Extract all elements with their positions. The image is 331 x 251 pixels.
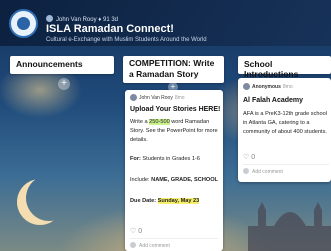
like-button[interactable]: ♡ 0 — [243, 153, 255, 161]
column-header-competition: COMPETITION: Write a Ramadan Story — [123, 56, 224, 83]
author-avatar — [243, 83, 250, 90]
post-body: Write a 250-500 word Ramadan Story. See … — [130, 119, 218, 143]
column-title: COMPETITION: Write a Ramadan Story — [129, 58, 215, 79]
board-logo[interactable] — [9, 9, 38, 38]
board-title: ISLA Ramadan Connect! — [46, 23, 174, 35]
author-avatar — [130, 94, 137, 101]
word-count-highlight: 250-500 — [149, 119, 170, 125]
post-time: 8mo — [174, 95, 185, 101]
mosque-silhouette — [248, 202, 331, 251]
post-author: John Van Rooy 8mo — [130, 94, 185, 101]
column-title: School Introductions — [244, 59, 299, 79]
post-for-line: For: Students in Grades 1-6 — [130, 156, 200, 162]
commenter-avatar — [243, 168, 249, 174]
post-card-intro[interactable]: Anonymous 8mo Al Falah Academy AFA is a P… — [238, 78, 331, 182]
padlet-header: John Van Rooy ♦ 91 3d ISLA Ramadan Conne… — [0, 0, 331, 46]
board-subtitle: Cultural e-Exchange with Muslim Students… — [46, 37, 207, 43]
commenter-avatar — [130, 242, 136, 248]
post-card-competition[interactable]: John Van Rooy 8mo Upload Your Stories HER… — [125, 90, 223, 251]
like-button[interactable]: ♡ 0 — [130, 227, 142, 235]
post-time: 8mo — [282, 84, 293, 90]
author-avatar — [46, 15, 53, 22]
due-date-highlight: Sunday, May 23 — [157, 198, 200, 204]
post-due-line: Due Date: Sunday, May 23 — [130, 198, 200, 204]
post-title: Al Falah Academy — [243, 97, 304, 104]
column-header-announcements: Announcements — [10, 56, 114, 74]
heart-icon: ♡ — [243, 154, 250, 161]
column-header-introductions: School Introductions — [238, 56, 331, 79]
board-meta: John Van Rooy ♦ 91 3d — [46, 15, 118, 23]
add-post-button[interactable]: + — [58, 78, 70, 90]
card-divider — [243, 164, 329, 165]
add-comment-button[interactable]: Add comment — [130, 242, 170, 249]
add-comment-button[interactable]: Add comment — [243, 168, 283, 175]
like-count: 0 — [138, 228, 143, 235]
card-divider — [130, 238, 218, 239]
crescent-moon-decoration — [26, 175, 72, 221]
post-title: Upload Your Stories HERE! — [130, 106, 221, 113]
post-author: Anonymous 8mo — [243, 83, 293, 90]
like-count: 0 — [251, 154, 256, 161]
logo-globe-icon — [17, 17, 30, 30]
heart-icon: ♡ — [130, 228, 137, 235]
post-include-line: Include: NAME, GRADE, SCHOOL — [130, 177, 218, 183]
post-body: AFA is a PreK3-12th grade school in Atla… — [243, 111, 327, 135]
column-title: Announcements — [16, 59, 83, 69]
